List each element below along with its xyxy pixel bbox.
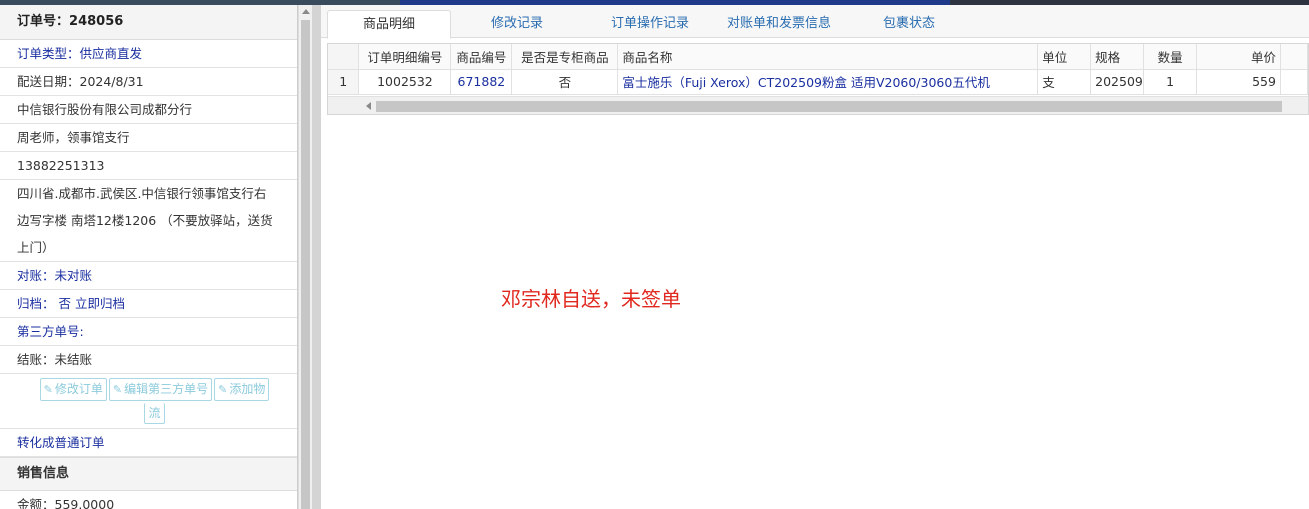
edit-icon: ✎ (218, 383, 228, 396)
filler-cell (1280, 69, 1309, 95)
add-logistics-button-wrap[interactable]: 流 (144, 403, 165, 424)
phone-number: 13882251313 (0, 152, 297, 180)
order-type-label: 订单类型 (17, 46, 68, 61)
action-buttons: ✎ 修改订单 ✎ 编辑第三方单号 ✎ 添加物 流 (0, 374, 297, 429)
reconcile-row: 对账：未对账 (0, 262, 297, 290)
quantity-cell: 1 (1143, 69, 1198, 95)
splitter[interactable] (312, 5, 321, 509)
order-number-row: 订单号：248056 (0, 5, 297, 40)
row-number: 1 (328, 69, 360, 95)
sales-info-heading: 销售信息 (0, 457, 297, 491)
tab-change-log[interactable]: 修改记录 (461, 10, 573, 38)
address-line-3: 上门） (17, 240, 55, 255)
company-name: 中信银行股份有限公司成都分行 (0, 96, 297, 124)
add-logistics-button[interactable]: ✎ 添加物 (214, 378, 270, 401)
tab-package-status[interactable]: 包裹状态 (861, 10, 957, 38)
edit-icon: ✎ (43, 383, 53, 396)
convert-to-normal-order-link[interactable]: 转化成普通订单 (0, 429, 297, 457)
scroll-left-icon[interactable] (366, 102, 371, 110)
price-cell: 559 (1196, 69, 1281, 95)
tab-order-operations[interactable]: 订单操作记录 (591, 10, 709, 38)
column-header[interactable]: 订单明细编号 (358, 44, 452, 70)
delivery-note: 邓宗林自送，未签单 (501, 287, 681, 311)
reconcile-value[interactable]: 未对账 (55, 268, 93, 283)
column-header-filler (1280, 44, 1309, 70)
column-header[interactable]: 商品编号 (450, 44, 513, 70)
column-header[interactable]: 单价 (1196, 44, 1281, 70)
address: 四川省.成都市.武侯区.中信银行领事馆支行右 边写字楼 南塔12楼1206 （不… (0, 180, 297, 262)
unit-cell: 支 (1037, 69, 1092, 95)
product-id-link[interactable]: 671882 (450, 69, 513, 95)
horizontal-scrollbar[interactable] (328, 96, 1308, 114)
left-scrollbar[interactable] (298, 5, 312, 509)
tab-product-details[interactable]: 商品明细 (327, 10, 451, 39)
order-number-value: 248056 (69, 14, 124, 29)
column-header[interactable]: 商品名称 (617, 44, 1039, 70)
order-type-value: 供应商直发 (79, 46, 143, 61)
reconcile-label: 对账 (17, 268, 43, 283)
order-type-row: 订单类型：供应商直发 (0, 40, 297, 68)
scroll-thumb[interactable] (301, 20, 310, 509)
product-name-link[interactable]: 富士施乐（Fuji Xerox）CT202509粉盒 适用V2060/3060五… (617, 69, 1039, 95)
detail-id-cell: 1002532 (358, 69, 452, 95)
archive-value[interactable]: 否 立即归档 (59, 296, 125, 311)
table-row[interactable]: 1 1002532 671882 否 富士施乐（Fuji Xerox）CT202… (328, 69, 1309, 95)
product-grid: 订单明细编号 商品编号 是否是专柜商品 商品名称 单位 规格 数量 单价 1 1… (327, 43, 1309, 115)
horizontal-scroll-thumb[interactable] (376, 101, 1282, 112)
order-info-panel: 订单号：248056 订单类型：供应商直发 配送日期：2024/8/31 中信银… (0, 5, 298, 509)
order-number-label: 订单号 (17, 14, 57, 29)
delivery-date: 配送日期：2024/8/31 (0, 68, 297, 96)
column-header[interactable]: 是否是专柜商品 (511, 44, 619, 70)
table-header-row: 订单明细编号 商品编号 是否是专柜商品 商品名称 单位 规格 数量 单价 (328, 44, 1309, 70)
counter-product-cell: 否 (511, 69, 619, 95)
address-line-2: 边写字楼 南塔12楼1206 （不要放驿站，送货 (17, 213, 273, 228)
column-header[interactable]: 数量 (1143, 44, 1198, 70)
edit-icon: ✎ (112, 383, 123, 396)
contact-name: 周老师，领事馆支行 (0, 124, 297, 152)
spec-cell: 202509 (1090, 69, 1145, 95)
archive-row: 归档： 否 立即归档 (0, 290, 297, 318)
column-header[interactable]: 规格 (1090, 44, 1145, 70)
tab-statement-invoice[interactable]: 对账单和发票信息 (715, 10, 843, 38)
archive-label: 归档 (17, 296, 43, 311)
tab-bar: 商品明细 修改记录 订单操作记录 对账单和发票信息 包裹状态 (321, 5, 1309, 39)
amount: 金额：559.0000 (0, 491, 297, 509)
third-party-number: 第三方单号: (0, 318, 297, 346)
edit-order-button[interactable]: ✎ 修改订单 (39, 378, 107, 401)
row-number-header (328, 44, 360, 70)
product-table: 订单明细编号 商品编号 是否是专柜商品 商品名称 单位 规格 数量 单价 1 1… (328, 44, 1309, 95)
address-line-1: 四川省.成都市.武侯区.中信银行领事馆支行右 (17, 186, 267, 201)
settlement-status: 结账：未结账 (0, 346, 297, 374)
column-header[interactable]: 单位 (1037, 44, 1092, 70)
detail-panel: 商品明细 修改记录 订单操作记录 对账单和发票信息 包裹状态 订单明细编号 商品… (321, 5, 1309, 509)
scroll-up-icon[interactable] (302, 9, 310, 14)
edit-third-party-button[interactable]: ✎ 编辑第三方单号 (108, 378, 213, 401)
